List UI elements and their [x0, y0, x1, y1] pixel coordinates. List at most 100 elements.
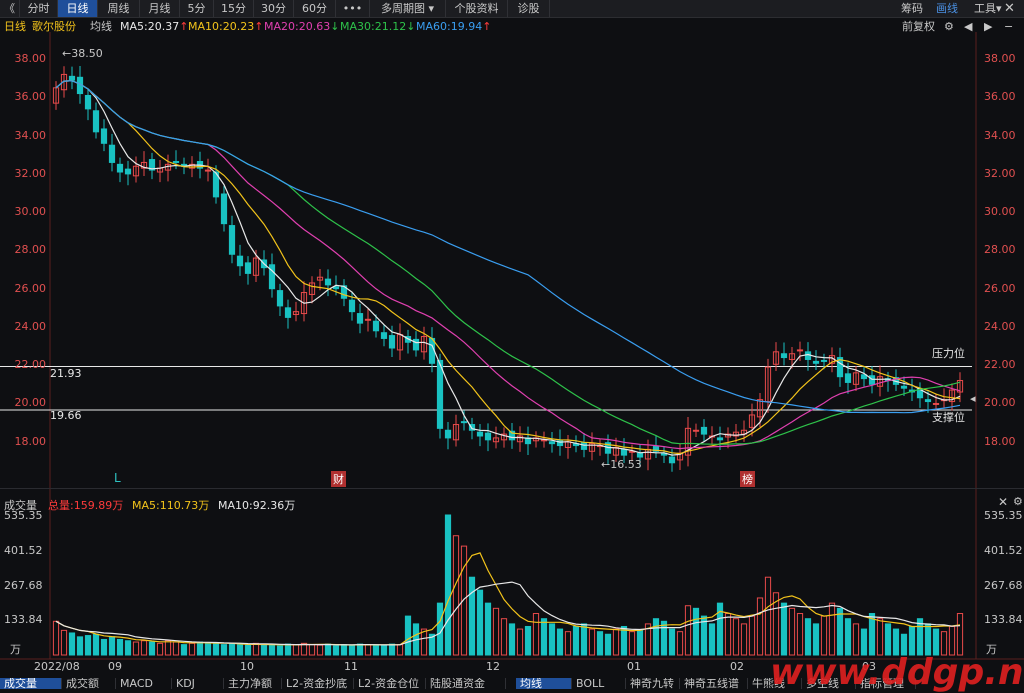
candle-body [180, 163, 188, 167]
volume-bar [188, 642, 196, 656]
chips-button[interactable]: 筹码 [901, 0, 923, 17]
ma10-value: MA10:20.23↑ [188, 20, 264, 33]
volume-bar [124, 640, 132, 656]
candle-body [596, 445, 604, 448]
indicator-tab[interactable]: MACD [116, 678, 172, 689]
candle-body [908, 389, 916, 393]
volume-bar [516, 628, 524, 656]
candle-body [268, 264, 276, 290]
candle-body [844, 373, 852, 383]
price-tick-left: 20.00 [14, 396, 47, 410]
candle-body [828, 355, 836, 364]
volume-bar [76, 636, 84, 656]
settings-volume-icon[interactable]: ⚙ [1013, 495, 1023, 508]
back-icon[interactable]: 《 [0, 0, 20, 17]
ma-line-ma20 [55, 80, 961, 450]
candle-body [228, 225, 236, 255]
candle-body [404, 336, 412, 343]
overlay-tab[interactable]: BOLL [572, 678, 626, 689]
tab-60min[interactable]: 60分 [294, 0, 336, 17]
ma-label[interactable]: 均线 [90, 18, 112, 35]
candle-body [740, 429, 748, 435]
x-tick: 2022/08 [34, 660, 80, 673]
volume-bar [260, 644, 268, 656]
x-tick: 12 [486, 660, 500, 673]
volume-bar [764, 576, 772, 656]
chevron-right-icon[interactable]: ▶ [984, 18, 992, 35]
tab-company-info[interactable]: 个股资料 [446, 0, 508, 17]
volume-bar [148, 641, 156, 656]
volume-bar [396, 644, 404, 656]
volume-bar [252, 642, 260, 656]
l-marker[interactable]: L [114, 471, 121, 485]
volume-bar [60, 629, 68, 656]
minus-icon[interactable]: − [1004, 18, 1013, 35]
finance-marker[interactable]: 财 [331, 471, 346, 487]
candle-body [332, 286, 340, 290]
settings-icon[interactable]: ⚙ [944, 18, 954, 35]
candle-body [620, 448, 628, 456]
tab-diagnose[interactable]: 诊股 [508, 0, 550, 17]
draw-line-button[interactable]: 画线 [936, 0, 958, 17]
indicator-tab[interactable]: 主力净额 [224, 678, 282, 689]
close-volume-icon[interactable]: ✕ [998, 495, 1008, 509]
overlay-tab[interactable]: 神奇九转 [626, 678, 680, 689]
ma-line-ma30 [55, 80, 961, 445]
tab-15min[interactable]: 15分 [214, 0, 254, 17]
candle-body [708, 435, 716, 438]
tab-rixian[interactable]: 日线 [58, 0, 98, 17]
overlay-tab[interactable]: 神奇五线谱 [680, 678, 748, 689]
volume-total: 总量:159.89万 [48, 499, 124, 512]
volume-bar [92, 633, 100, 656]
ranking-marker[interactable]: 榜 [740, 471, 755, 487]
close-icon[interactable]: ✕ [1004, 0, 1015, 17]
multi-period-dropdown[interactable]: 多周期图 ▾ [370, 0, 446, 17]
indicator-tab[interactable]: L2-资金仓位 [354, 678, 426, 689]
tab-30min[interactable]: 30分 [254, 0, 294, 17]
candle-body [772, 351, 780, 365]
kline-chart[interactable] [0, 0, 1024, 689]
more-icon[interactable]: ••• [336, 0, 370, 17]
volume-bar [292, 644, 300, 656]
overlay-tab[interactable]: 均线 [516, 678, 572, 689]
volume-tick-left: 133.84 [4, 613, 43, 627]
fuquan-button[interactable]: 前复权 [902, 18, 935, 35]
volume-bar [428, 633, 436, 656]
indicator-tab[interactable]: 成交量 [0, 678, 62, 689]
tools-button[interactable]: 工具▾ [974, 0, 1002, 17]
volume-unit-left: 万 [10, 643, 21, 656]
candle-body [748, 414, 756, 428]
price-tick-left: 22.00 [14, 358, 47, 372]
indicator-tab[interactable]: KDJ [172, 678, 224, 689]
volume-bar [388, 643, 396, 656]
volume-bar [380, 644, 388, 656]
candle-body [820, 359, 828, 362]
tab-zhouxian[interactable]: 周线 [98, 0, 140, 17]
stock-name[interactable]: 歌尔股份 [32, 18, 76, 35]
volume-bar [852, 623, 860, 656]
chevron-left-icon[interactable]: ◀ [964, 18, 972, 35]
volume-bar [420, 628, 428, 656]
volume-bar [436, 602, 444, 656]
tab-fenshi[interactable]: 分时 [20, 0, 58, 17]
high-value: 38.50 [71, 47, 103, 60]
volume-bar [156, 642, 164, 656]
tab-5min[interactable]: 5分 [180, 0, 214, 17]
indicator-tab[interactable]: L2-资金抄底 [282, 678, 354, 689]
candle-body [564, 441, 572, 448]
candle-body [676, 452, 684, 461]
volume-bar [604, 633, 612, 656]
price-tick-left: 30.00 [14, 205, 47, 219]
indicator-tab[interactable]: 陆股通资金 [426, 678, 506, 689]
high-annotation: ←38.50 [62, 47, 103, 60]
candle-body [700, 426, 708, 435]
volume-bar [572, 625, 580, 656]
volume-bar [908, 625, 916, 656]
indicator-tab[interactable]: 成交额 [62, 678, 116, 689]
volume-tick-left: 267.68 [4, 578, 43, 592]
volume-bar [364, 644, 372, 656]
candle-body [812, 360, 820, 364]
candle-body [412, 338, 420, 351]
tab-yuexian[interactable]: 月线 [140, 0, 180, 17]
candle-body [492, 437, 500, 443]
